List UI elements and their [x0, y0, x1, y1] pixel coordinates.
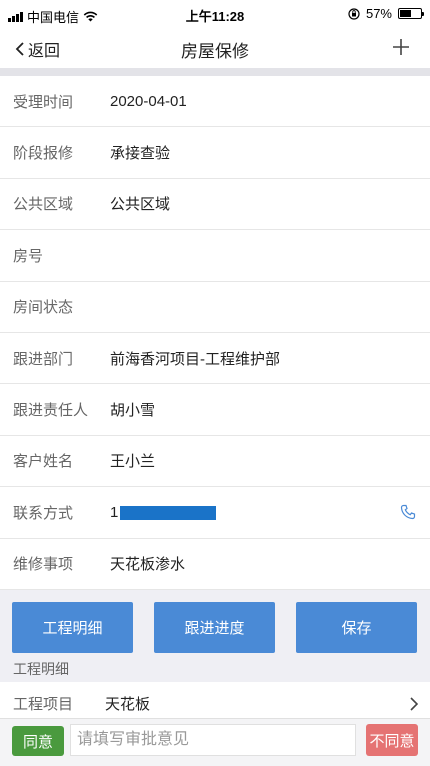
row-repair-item[interactable]: 维修事项 天花板渗水	[0, 539, 430, 590]
contact-value: 1	[110, 503, 217, 521]
save-button[interactable]: 保存	[296, 602, 417, 653]
row-room-number[interactable]: 房号	[0, 230, 430, 282]
field-label: 公共区域	[13, 196, 74, 214]
field-value: 公共区域	[110, 196, 171, 214]
field-label: 房间状态	[13, 299, 74, 317]
nav-divider	[0, 68, 430, 76]
row-responsible-person[interactable]: 跟进责任人 胡小雪	[0, 384, 430, 436]
status-bar: 中国电信 上午11:28 57%	[0, 0, 430, 28]
field-label: 受理时间	[13, 93, 74, 111]
field-value: 胡小雪	[110, 402, 156, 420]
approval-opinion-input[interactable]	[70, 724, 356, 756]
row-follow-department[interactable]: 跟进部门 前海香河项目-工程维护部	[0, 333, 430, 385]
orientation-lock-icon	[348, 7, 360, 20]
project-detail-button[interactable]: 工程明细	[12, 602, 133, 653]
row-contact[interactable]: 联系方式 1	[0, 487, 430, 539]
field-value: 2020-04-01	[110, 92, 187, 110]
field-value: 前海香河项目-工程维护部	[110, 350, 280, 368]
field-value: 王小兰	[110, 453, 156, 471]
field-label: 维修事项	[13, 556, 74, 574]
field-value: 1	[110, 503, 119, 521]
field-label: 联系方式	[13, 504, 74, 522]
row-public-area[interactable]: 公共区域 公共区域	[0, 179, 430, 231]
field-label: 跟进责任人	[13, 402, 89, 420]
approval-bar: 同意 不同意	[0, 718, 430, 766]
plus-icon	[393, 39, 409, 55]
agree-button[interactable]: 同意	[12, 726, 64, 756]
row-stage-repair[interactable]: 阶段报修 承接查验	[0, 127, 430, 179]
disagree-button[interactable]: 不同意	[366, 724, 418, 756]
row-accept-time[interactable]: 受理时间 2020-04-01	[0, 76, 430, 128]
action-buttons: 工程明细 跟进进度 保存	[0, 592, 430, 662]
field-value: 承接查验	[110, 145, 171, 163]
battery-percent: 57%	[365, 6, 392, 21]
follow-progress-button[interactable]: 跟进进度	[154, 602, 275, 653]
project-item-label: 工程项目	[13, 695, 74, 713]
field-label: 房号	[13, 247, 44, 265]
navigation-bar: 返回 房屋保修	[0, 28, 430, 68]
redacted-phone-bar	[120, 505, 217, 520]
field-label: 阶段报修	[13, 145, 74, 163]
add-button[interactable]	[392, 34, 410, 60]
chevron-right-icon	[410, 697, 418, 711]
field-label: 跟进部门	[13, 350, 74, 368]
row-customer-name[interactable]: 客户姓名 王小兰	[0, 436, 430, 488]
section-header-project-detail: 工程明细	[0, 656, 430, 682]
page-title: 房屋保修	[181, 42, 249, 61]
battery-icon	[398, 8, 424, 19]
project-item-value: 天花板	[105, 695, 151, 713]
battery-info: 57%	[348, 6, 424, 21]
phone-icon[interactable]	[400, 504, 416, 520]
row-room-status[interactable]: 房间状态	[0, 282, 430, 333]
repair-form: 受理时间 2020-04-01 阶段报修 承接查验 公共区域 公共区域 房号 房…	[0, 76, 430, 590]
field-value: 天花板渗水	[110, 556, 186, 574]
field-label: 客户姓名	[13, 453, 74, 471]
